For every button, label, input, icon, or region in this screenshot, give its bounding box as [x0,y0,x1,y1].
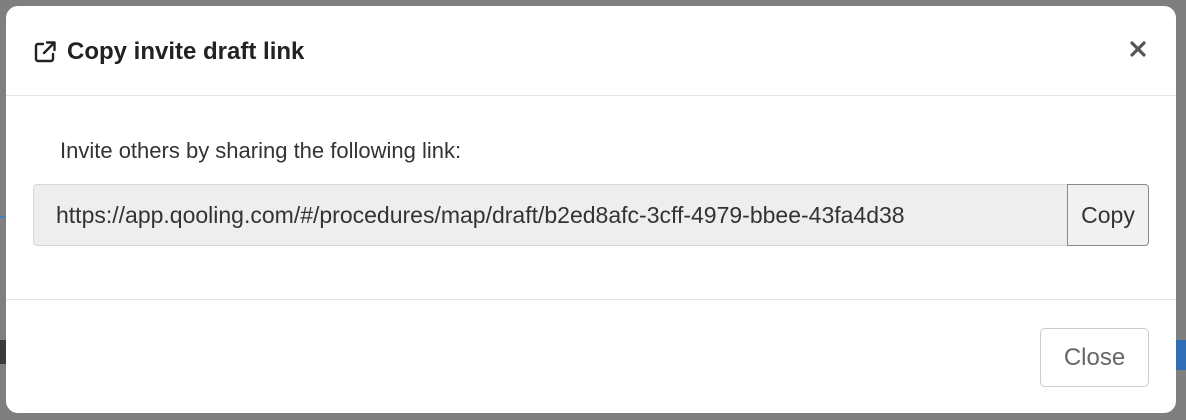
copy-invite-modal: Copy invite draft link Invite others by … [6,6,1176,413]
invite-link-field[interactable]: https://app.qooling.com/#/procedures/map… [33,184,1067,246]
copy-button[interactable]: Copy [1067,184,1149,246]
close-icon[interactable] [1123,34,1153,64]
background-fragment [1176,340,1186,370]
close-button[interactable]: Close [1040,328,1149,387]
modal-body: Invite others by sharing the following l… [6,96,1176,300]
share-instruction: Invite others by sharing the following l… [60,138,462,163]
modal-title: Copy invite draft link [67,38,305,65]
external-link-icon [33,40,57,64]
modal-header: Copy invite draft link [6,6,1176,96]
